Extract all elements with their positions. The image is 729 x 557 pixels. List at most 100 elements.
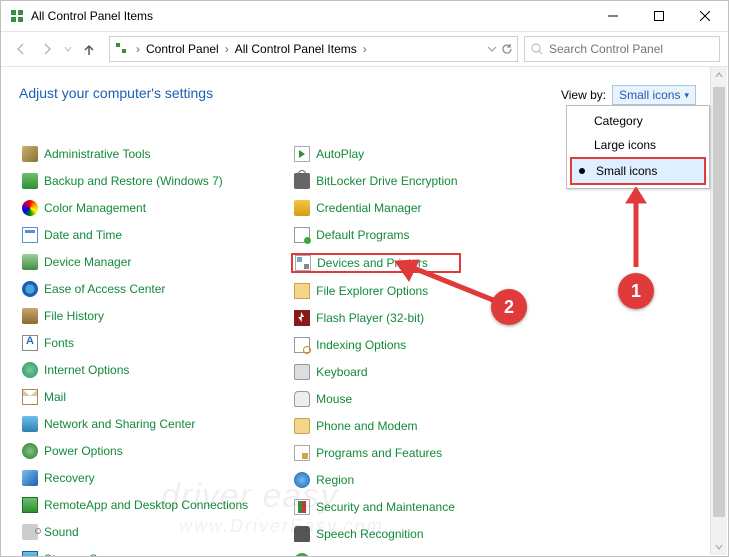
cpl-item-ease[interactable]: Ease of Access Center: [19, 280, 251, 298]
cpl-item-label: Ease of Access Center: [44, 282, 165, 296]
programs-icon: [294, 445, 310, 461]
cpl-item-bitlocker[interactable]: BitLocker Drive Encryption: [291, 172, 460, 190]
cpl-item-label: Flash Player (32-bit): [316, 311, 424, 325]
bitlocker-icon: [294, 173, 310, 189]
cpl-item-region[interactable]: Region: [291, 471, 460, 489]
minimize-button[interactable]: [590, 1, 636, 31]
network-icon: [22, 416, 38, 432]
address-bar[interactable]: › Control Panel › All Control Panel Item…: [109, 36, 518, 62]
cpl-item-label: File History: [44, 309, 104, 323]
back-button[interactable]: [9, 37, 33, 61]
chevron-down-icon[interactable]: [487, 44, 497, 54]
chevron-right-icon[interactable]: ›: [361, 42, 369, 56]
scrollbar-thumb[interactable]: [713, 87, 725, 517]
cpl-item-sync[interactable]: Sync Center: [291, 552, 460, 557]
cpl-item-keyboard[interactable]: Keyboard: [291, 363, 460, 381]
dropdown-item-small-icons[interactable]: Small icons: [570, 157, 706, 185]
scroll-down-button[interactable]: [711, 539, 727, 555]
cpl-item-label: Indexing Options: [316, 338, 406, 352]
dropdown-item-large-icons[interactable]: Large icons: [570, 133, 706, 157]
sound-icon: [22, 524, 38, 540]
cpl-item-storage[interactable]: Storage Spaces: [19, 550, 251, 557]
cpl-item-color[interactable]: Color Management: [19, 199, 251, 217]
cpl-item-label: Mouse: [316, 392, 352, 406]
cpl-item-power[interactable]: Power Options: [19, 442, 251, 460]
content-area: Adjust your computer's settings View by:…: [1, 67, 728, 556]
cpl-item-filehist[interactable]: File History: [19, 307, 251, 325]
cpl-item-internet[interactable]: Internet Options: [19, 361, 251, 379]
mail-icon: [22, 389, 38, 405]
cpl-item-speech[interactable]: Speech Recognition: [291, 525, 460, 543]
cpl-item-index[interactable]: Indexing Options: [291, 336, 460, 354]
close-button[interactable]: [682, 1, 728, 31]
view-by-label: View by:: [561, 88, 606, 102]
cpl-item-mail[interactable]: Mail: [19, 388, 251, 406]
navigation-bar: › Control Panel › All Control Panel Item…: [1, 32, 728, 67]
view-by-dropdown: Category Large icons Small icons: [566, 105, 710, 189]
cpl-item-label: Administrative Tools: [44, 147, 151, 161]
tools-icon: [22, 146, 38, 162]
security-icon: [294, 499, 310, 515]
cpl-item-autoplay[interactable]: AutoPlay: [291, 145, 460, 163]
caret-down-icon: ▾: [684, 90, 689, 101]
view-by-group: View by: Small icons ▾: [561, 85, 696, 105]
cpl-item-recovery[interactable]: Recovery: [19, 469, 251, 487]
cpl-item-label: Credential Manager: [316, 201, 421, 215]
backup-icon: [22, 173, 38, 189]
search-box[interactable]: [524, 36, 720, 62]
cpl-item-device[interactable]: Device Manager: [19, 253, 251, 271]
history-dropdown-button[interactable]: [61, 37, 75, 61]
refresh-icon[interactable]: [501, 43, 513, 55]
breadcrumb-all-items[interactable]: All Control Panel Items: [231, 42, 361, 56]
cpl-item-label: File Explorer Options: [316, 284, 428, 298]
window-controls: [590, 1, 728, 31]
cpl-item-label: Fonts: [44, 336, 74, 350]
color-icon: [22, 200, 38, 216]
cpl-item-flash[interactable]: Flash Player (32-bit): [291, 309, 460, 327]
scroll-up-button[interactable]: [711, 67, 727, 83]
cpl-item-label: Backup and Restore (Windows 7): [44, 174, 223, 188]
cpl-item-label: Color Management: [44, 201, 146, 215]
chevron-right-icon[interactable]: ›: [134, 42, 142, 56]
forward-button[interactable]: [35, 37, 59, 61]
cpl-item-devprint[interactable]: Devices and Printers: [291, 253, 460, 273]
cpl-item-label: Keyboard: [316, 365, 367, 379]
maximize-button[interactable]: [636, 1, 682, 31]
cpl-item-fonts[interactable]: Fonts: [19, 334, 251, 352]
items-column-0: Administrative Tools Backup and Restore (…: [19, 145, 251, 557]
cpl-item-mouse[interactable]: Mouse: [291, 390, 460, 408]
view-by-selector[interactable]: Small icons ▾: [612, 85, 696, 105]
cpl-item-label: Internet Options: [44, 363, 129, 377]
cred-icon: [294, 200, 310, 216]
cpl-item-modem[interactable]: Phone and Modem: [291, 417, 460, 435]
dropdown-item-category[interactable]: Category: [570, 109, 706, 133]
cpl-item-label: Sound: [44, 525, 79, 539]
cpl-item-default[interactable]: Default Programs: [291, 226, 460, 244]
cpl-item-tools[interactable]: Administrative Tools: [19, 145, 251, 163]
fonts-icon: [22, 335, 38, 351]
cpl-item-sound[interactable]: Sound: [19, 523, 251, 541]
cpl-item-programs[interactable]: Programs and Features: [291, 444, 460, 462]
cpl-item-security[interactable]: Security and Maintenance: [291, 498, 460, 516]
cpl-item-date[interactable]: Date and Time: [19, 226, 251, 244]
cpl-item-fileexp[interactable]: File Explorer Options: [291, 282, 460, 300]
up-button[interactable]: [77, 37, 101, 61]
power-icon: [22, 443, 38, 459]
cpl-item-label: Recovery: [44, 471, 95, 485]
cpl-item-label: Network and Sharing Center: [44, 417, 195, 431]
cpl-item-remote[interactable]: RemoteApp and Desktop Connections: [19, 496, 251, 514]
breadcrumb-control-panel[interactable]: Control Panel: [142, 42, 223, 56]
cpl-item-network[interactable]: Network and Sharing Center: [19, 415, 251, 433]
cpl-item-backup[interactable]: Backup and Restore (Windows 7): [19, 172, 251, 190]
remote-icon: [22, 497, 38, 513]
index-icon: [294, 337, 310, 353]
search-icon: [531, 43, 543, 55]
default-icon: [294, 227, 310, 243]
cpl-item-label: Programs and Features: [316, 446, 442, 460]
chevron-right-icon[interactable]: ›: [223, 42, 231, 56]
control-panel-icon: [9, 8, 25, 24]
vertical-scrollbar[interactable]: [710, 67, 727, 555]
search-input[interactable]: [547, 41, 713, 57]
cpl-item-cred[interactable]: Credential Manager: [291, 199, 460, 217]
flash-icon: [294, 310, 310, 326]
